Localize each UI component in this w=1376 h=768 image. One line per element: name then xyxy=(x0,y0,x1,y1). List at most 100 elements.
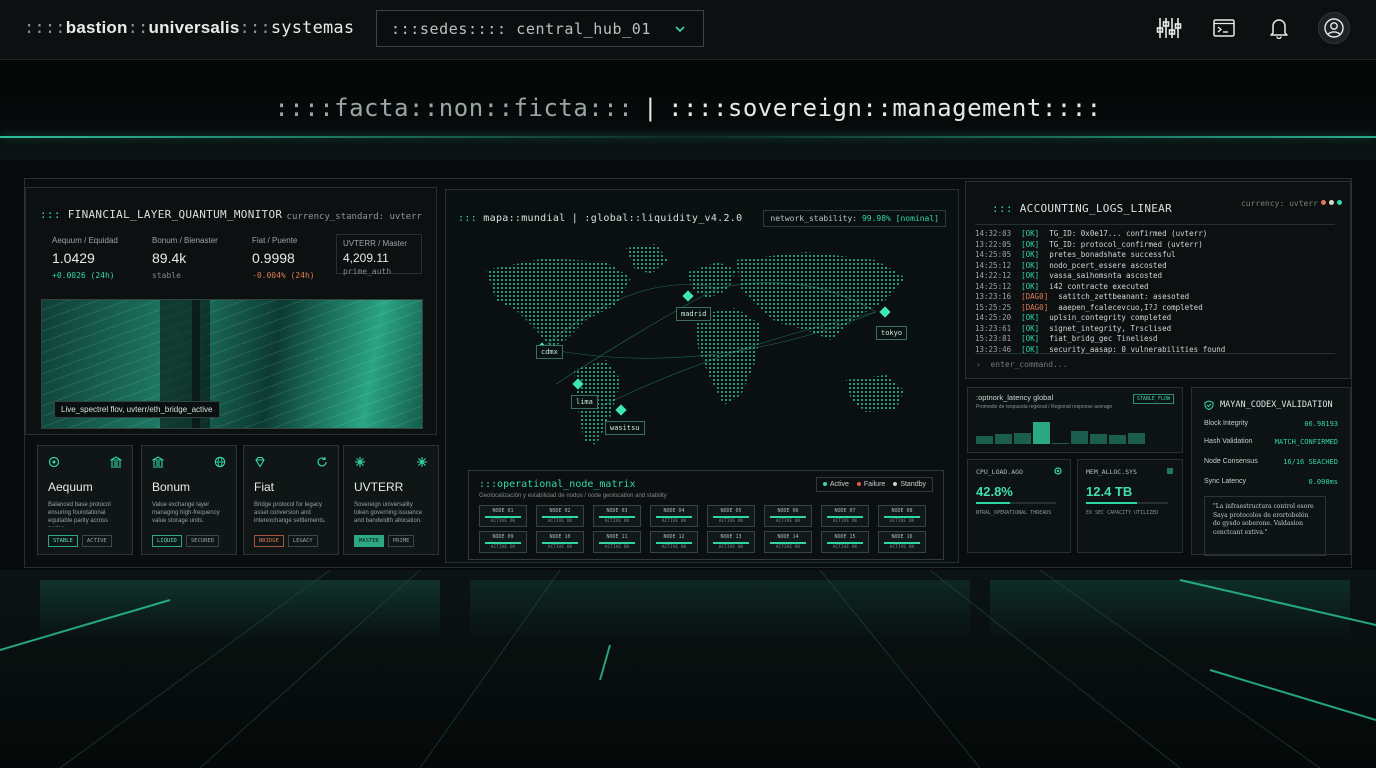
window-dots xyxy=(1321,200,1342,205)
motto-left: ::::facta::non::ficta::: xyxy=(274,94,634,122)
cell-state: ACTIVE OK xyxy=(604,519,630,524)
node-cell[interactable]: NODE 07 ACTIVE OK xyxy=(821,505,869,527)
world-map[interactable] xyxy=(456,230,950,460)
card-name: Bonum xyxy=(152,480,191,494)
cell-id: NODE 03 xyxy=(606,508,628,514)
node-marker-tokyo[interactable] xyxy=(879,306,891,318)
currency-card-bonum[interactable]: Bonum Value exchange layer managing high… xyxy=(141,445,237,555)
currency-card-fiat[interactable]: Fiat Bridge protocol for legacy asset co… xyxy=(243,445,339,555)
map-title: ::: mapa::mundial | :global::liquidity_v… xyxy=(458,213,742,224)
node-cell[interactable]: NODE 11 ACTIVE OK xyxy=(593,531,641,553)
user-avatar-icon[interactable] xyxy=(1318,12,1350,44)
title-prefix: ::: xyxy=(40,208,61,221)
currency-card-uvterr[interactable]: UVTERR Sovereign universality token gove… xyxy=(343,445,439,555)
node-cell[interactable]: NODE 09 ACTIVE OK xyxy=(479,531,527,553)
latency-title: :optnork_latency global xyxy=(976,393,1054,402)
motto-divider: | xyxy=(643,94,659,122)
node-cell[interactable]: NODE 05 ACTIVE OK xyxy=(707,505,755,527)
terminal-icon[interactable] xyxy=(1208,12,1240,44)
app-brand[interactable]: ::::bastion::universalis:::systemas xyxy=(24,18,354,38)
mem-value: 12.4 TB xyxy=(1086,484,1133,499)
operational-node-matrix: :::operational_node_matrix Geolocalizaci… xyxy=(468,470,944,560)
log-line: 14:25:12 [OK] i42 contracte executed xyxy=(975,281,1149,291)
currency-card-aequum[interactable]: Aequum Balanced base protocol ensuring f… xyxy=(37,445,133,555)
command-input[interactable]: › enter_command... xyxy=(976,360,1068,369)
card-description: Balanced base protocol ensuring foundati… xyxy=(48,502,111,527)
matrix-subtitle: Geolocalización y estabilidad de nodos /… xyxy=(479,493,667,499)
cell-id: NODE 11 xyxy=(606,534,628,540)
node-cell[interactable]: NODE 15 ACTIVE OK xyxy=(821,531,869,553)
logs-title: ::: ACCOUNTING_LOGS_LINEAR xyxy=(992,202,1172,215)
metric-fiat[interactable]: Fiat / Puente 0.9998 -0.004% (24h) xyxy=(252,236,348,280)
network-icon xyxy=(355,457,365,467)
node-cell[interactable]: NODE 03 ACTIVE OK xyxy=(593,505,641,527)
cell-id: NODE 01 xyxy=(492,508,514,514)
title-text: ACCOUNTING_LOGS_LINEAR xyxy=(1019,202,1173,215)
brand-sep: :: xyxy=(127,18,149,38)
top-bar: ::::bastion::universalis:::systemas :::s… xyxy=(0,0,1376,60)
legend-active: Active xyxy=(822,481,849,488)
node-cell[interactable]: NODE 14 ACTIVE OK xyxy=(764,531,812,553)
site-selector[interactable]: :::sedes:::: central_hub_01 xyxy=(376,10,704,47)
latency-badge: STABLE_FLOW xyxy=(1132,394,1174,404)
node-cell[interactable]: NODE 16 ACTIVE OK xyxy=(878,531,926,553)
node-cell[interactable]: NODE 04 ACTIVE OK xyxy=(650,505,698,527)
mem-track xyxy=(1086,502,1168,504)
cpu-value: 42.8% xyxy=(976,484,1013,499)
node-cell[interactable]: NODE 13 ACTIVE OK xyxy=(707,531,755,553)
node-cells: NODE 01 ACTIVE OK NODE 02 ACTIVE OK NODE 0… xyxy=(479,505,926,553)
node-cell[interactable]: NODE 06 ACTIVE OK xyxy=(764,505,812,527)
cell-state: ACTIVE OK xyxy=(889,519,915,524)
codex-quote: "La infraestructura control esore Saya p… xyxy=(1204,496,1326,556)
cell-id: NODE 12 xyxy=(663,534,685,540)
financial-monitor-panel: ::: FINANCIAL_LAYER_QUANTUM_MONITOR curr… xyxy=(25,187,437,435)
card-tag: PRIME xyxy=(387,535,415,547)
node-cell[interactable]: NODE 02 ACTIVE OK xyxy=(536,505,584,527)
cell-id: NODE 07 xyxy=(834,508,856,514)
matrix-legend: Active Failure Standby xyxy=(815,477,933,492)
chevron-down-icon xyxy=(675,26,685,33)
motto-right: ::::sovereign::management:::: xyxy=(668,94,1102,122)
global-liquidity-panel: ::: mapa::mundial | :global::liquidity_v… xyxy=(445,189,959,563)
node-cell[interactable]: NODE 10 ACTIVE OK xyxy=(536,531,584,553)
node-cell[interactable]: NODE 12 ACTIVE OK xyxy=(650,531,698,553)
codex-row: Block Integrity 06.98193 xyxy=(1204,420,1338,428)
mayan-codex-panel: MAYAN_CODEX_VALIDATION Block Integrity 06… xyxy=(1191,387,1351,556)
accounting-logs-panel: ::: ACCOUNTING_LOGS_LINEAR currency: uvt… xyxy=(965,181,1351,379)
cell-id: NODE 08 xyxy=(891,508,913,514)
node-label-lima: lima xyxy=(571,395,598,409)
logs-currency: currency: uvterr xyxy=(1240,199,1318,208)
log-line: 13:23:61 [OK] signet_integrity, Trsclised xyxy=(975,323,1172,333)
matrix-title: :::operational_node_matrix xyxy=(479,479,636,490)
cell-state: ACTIVE OK xyxy=(604,545,630,550)
node-label-tokyo: tokyo xyxy=(876,326,908,340)
cpu-track xyxy=(976,502,1056,504)
equalizer-icon[interactable] xyxy=(1153,12,1185,44)
continent-africa xyxy=(696,308,761,405)
refresh-icon xyxy=(317,457,327,467)
legend-standby: Standby xyxy=(893,481,926,488)
node-marker-madrid[interactable] xyxy=(682,290,694,302)
metric-value: 4,209.11 xyxy=(343,251,389,265)
cell-id: NODE 15 xyxy=(834,534,856,540)
top-actions xyxy=(1153,12,1350,44)
node-marker-wasitsu[interactable] xyxy=(615,404,627,416)
metric-bonum[interactable]: Bonum / Bienaster 89.4k stable xyxy=(152,236,248,280)
codex-row: Node Consensus 16/16 SEACHED xyxy=(1204,458,1338,466)
metric-uvterr[interactable]: UVTERR / Master 4,209.11 prime_auth xyxy=(336,234,422,276)
metric-aequum[interactable]: Aequum / Equidad 1.0429 +0.0026 (24h) xyxy=(52,236,148,280)
latency-bar xyxy=(1014,433,1031,444)
codex-row: Sync Latency 0.008ms xyxy=(1204,478,1338,486)
latency-bar xyxy=(995,434,1012,444)
cell-state: ACTIVE OK xyxy=(661,545,687,550)
continent-europe xyxy=(688,262,736,298)
latency-bar xyxy=(1090,434,1107,444)
card-tag: LIQUID xyxy=(152,535,182,547)
cell-state: ACTIVE OK xyxy=(490,519,516,524)
legend-label: Failure xyxy=(863,481,886,488)
bell-icon[interactable] xyxy=(1263,12,1295,44)
metric-change: stable xyxy=(152,271,181,280)
node-cell[interactable]: NODE 01 ACTIVE OK xyxy=(479,505,527,527)
cell-id: NODE 05 xyxy=(720,508,742,514)
node-cell[interactable]: NODE 08 ACTIVE OK xyxy=(878,505,926,527)
